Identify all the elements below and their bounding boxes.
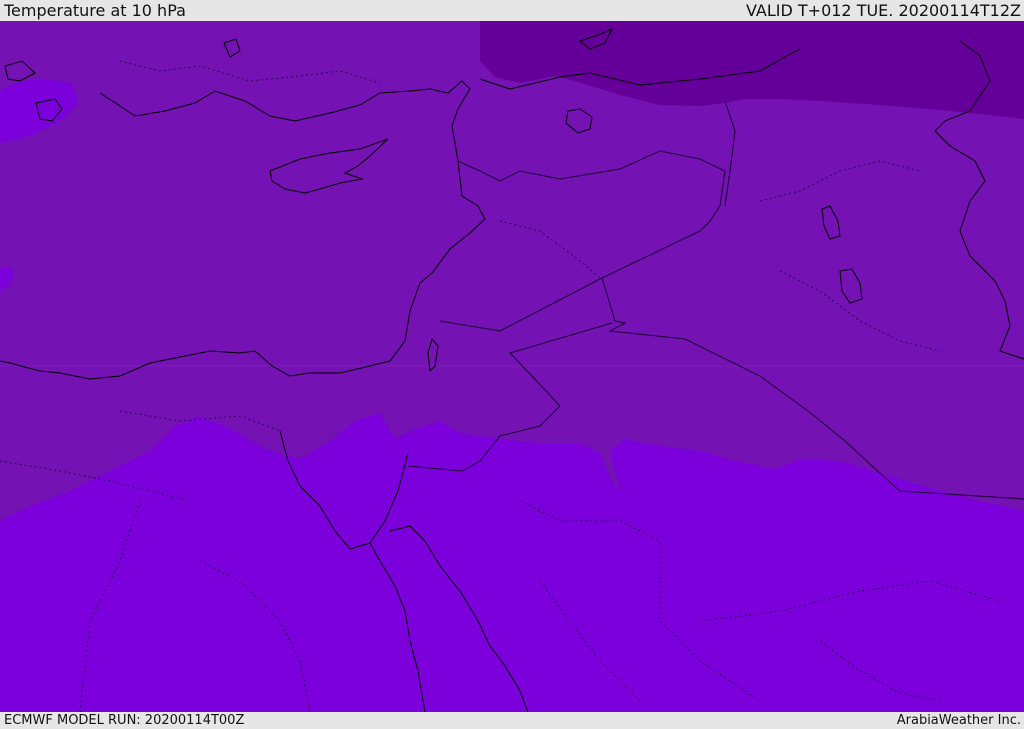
model-run: ECMWF MODEL RUN: 20200114T00Z [4, 713, 245, 728]
footer-bar: ECMWF MODEL RUN: 20200114T00Z ArabiaWeat… [0, 712, 1024, 729]
header-bar: Temperature at 10 hPa VALID T+012 TUE. 2… [0, 0, 1024, 21]
temperature-map[interactable] [0, 21, 1024, 712]
map-viewer: Temperature at 10 hPa VALID T+012 TUE. 2… [0, 0, 1024, 729]
credit: ArabiaWeather Inc. [896, 713, 1021, 728]
map-title: Temperature at 10 hPa [4, 1, 186, 20]
valid-time: VALID T+012 TUE. 20200114T12Z [745, 1, 1021, 20]
